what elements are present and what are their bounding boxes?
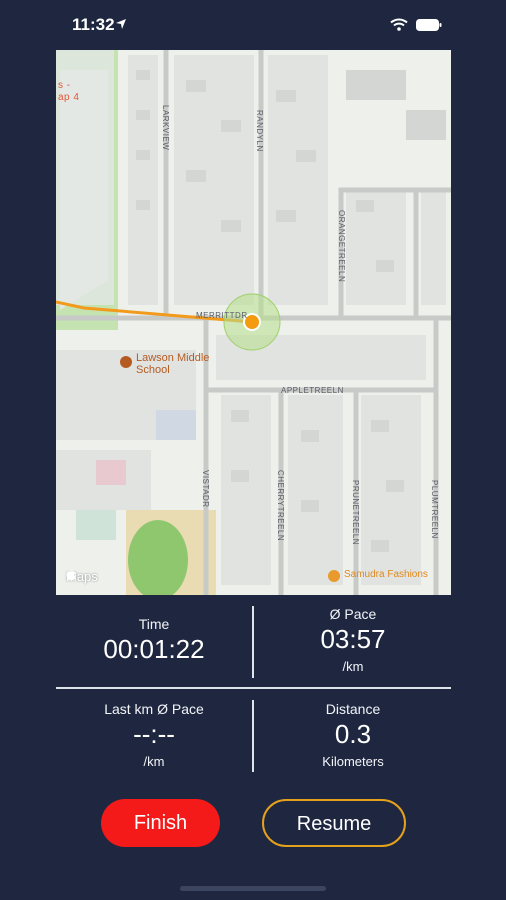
- divider: [252, 700, 254, 772]
- stat-distance-unit: Kilometers: [322, 754, 384, 769]
- apple-logo-icon: [66, 569, 76, 580]
- stat-distance: Distance 0.3 Kilometers: [255, 701, 451, 769]
- resume-button[interactable]: Resume: [262, 799, 406, 847]
- wifi-icon: [390, 18, 408, 31]
- home-indicator: [180, 886, 326, 891]
- stat-time-label: Time: [138, 616, 170, 632]
- stat-avg-pace: Ø Pace 03:57 /km: [255, 606, 451, 674]
- stat-time: Time 00:01:22: [56, 616, 252, 665]
- map-edge-label: ap 4: [58, 92, 80, 103]
- stat-last-km-pace-unit: /km: [143, 754, 165, 769]
- stat-last-km-pace-value: --:--: [133, 719, 175, 749]
- street-label-orange-tree: ORANGETREELN: [337, 210, 346, 283]
- map-edge-label: s -: [58, 80, 71, 91]
- poi-shop-name[interactable]: Samudra Fashions: [344, 569, 428, 580]
- stat-time-value: 00:01:22: [103, 634, 205, 664]
- workout-stats: Time 00:01:22 Ø Pace 03:57 /km Last km Ø…: [56, 600, 451, 780]
- poi-school-name[interactable]: Lawson Middle: [136, 352, 209, 364]
- stat-avg-pace-unit: /km: [342, 659, 364, 674]
- street-label-larkview: LARKVIEW: [161, 105, 170, 151]
- street-label-prune-tree: PRUNETREELN: [351, 480, 360, 546]
- battery-icon: [416, 19, 442, 31]
- divider: [56, 687, 451, 689]
- stat-last-km-pace: Last km Ø Pace --:-- /km: [56, 701, 252, 769]
- street-label-merritt: MERRITTDR: [196, 311, 248, 320]
- divider: [252, 606, 254, 678]
- street-label-apple-tree: APPLETREELN: [281, 386, 344, 395]
- street-label-vista: VISTADR: [201, 470, 210, 508]
- street-label-plum-tree: PLUMTREELN: [430, 480, 439, 539]
- finish-button[interactable]: Finish: [101, 799, 220, 847]
- status-time: 11:32: [72, 15, 115, 34]
- maps-attribution[interactable]: Maps: [66, 569, 98, 584]
- location-arrow-icon: [116, 19, 126, 29]
- map-view[interactable]: s - ap 4 LARKVIEW RANDYLN ORANGETREELN M…: [56, 50, 451, 595]
- stat-distance-label: Distance: [325, 701, 381, 717]
- stat-last-km-pace-label: Last km Ø Pace: [104, 701, 204, 717]
- stat-avg-pace-label: Ø Pace: [329, 606, 377, 622]
- street-label-cherry-tree: CHERRYTREELN: [276, 470, 285, 542]
- map-canvas: [56, 50, 451, 595]
- poi-school-name-2[interactable]: School: [136, 364, 170, 376]
- street-label-randy: RANDYLN: [255, 110, 264, 152]
- status-bar: 11:32: [0, 0, 506, 50]
- stat-avg-pace-value: 03:57: [320, 624, 386, 654]
- stat-distance-value: 0.3: [334, 719, 372, 749]
